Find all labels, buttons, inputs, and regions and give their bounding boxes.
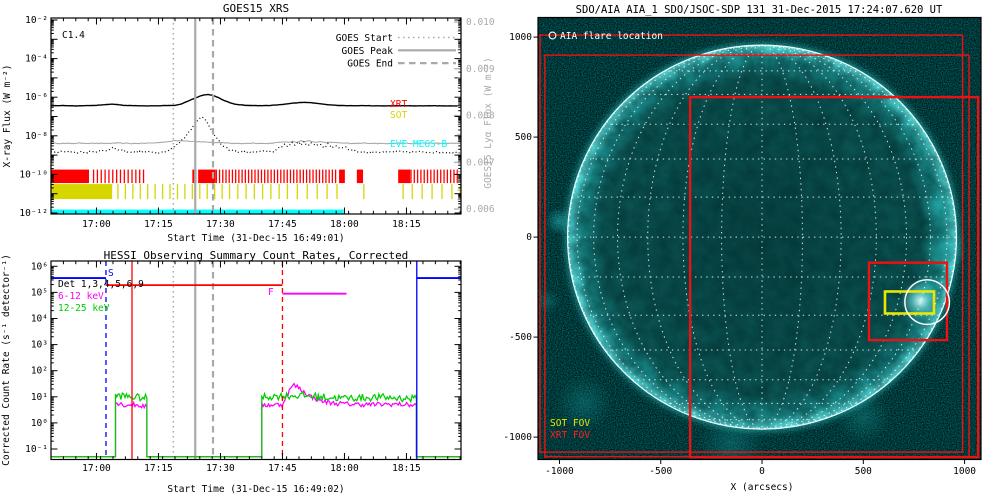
band-sot [51,184,461,200]
x-tick-label: 18:15 [392,463,421,474]
hessi-detector-label: Det 1,3,4,5,6,9 [58,279,144,290]
y-tick-label: 10⁶ [31,261,48,272]
y-tick-label: 10⁰ [31,418,48,429]
aia-sun-image-panel: -1000 -500 0 500 1000 1000 500 0 -500 -1000 SDO/A… [503,4,982,493]
eve-megsb-band-label: EVE MEGS-B [390,139,447,150]
x-tick-label: 18:00 [330,463,359,474]
y-tick-label: 10¹ [31,392,48,403]
x-tick-label: 18:00 [330,219,359,230]
hessi-yaxis-label: Corrected Count Rate (s⁻¹ detector⁻¹) [1,254,12,466]
saa-flag-label: S [108,268,114,279]
y-tick-label: -500 [509,332,532,343]
y-tick-label: 10⁻² [25,15,48,26]
y-tick-label: 1000 [509,32,532,43]
hessi-xaxis-label: Start Time (31-Dec-15 16:49:02) [167,484,344,495]
band-xrt [51,169,458,184]
band-block [356,169,364,184]
hessi-count-rate-chart: 17:00 17:15 17:30 17:45 18:00 18:15 10⁶ 10⁵ 10⁴ 1… [1,250,462,495]
legend-goes-start-label: GOES Start [336,33,393,44]
x-tick-label: 17:45 [268,463,297,474]
aia-title: SDO/AIA AIA_1 SDO/JSOC-SDP 131 31-Dec-20… [576,4,943,16]
band-block [51,209,344,214]
aia-generated-image: -1000 -500 0 500 1000 1000 500 0 -500 -1000 [503,16,982,477]
solar-quicklook-dashboard: 17:00 17:15 17:30 17:45 18:00 18:15 10⁻² 10⁻⁴ 10… [0,0,1000,500]
band-block [51,184,113,200]
xrt-fov-label: XRT FOV [550,430,590,441]
x-tick-label: 500 [855,466,872,477]
goes-yaxis-label: X-ray Flux (W m⁻²) [2,65,13,168]
y-tick-label: 0 [526,232,532,243]
band-block [339,169,345,184]
instrument-observation-bands [51,169,461,214]
y-tick-label: 10² [31,366,48,377]
y-tick-label: 10⁻¹⁰ [19,169,48,180]
goes-title: GOES15 XRS [223,2,289,15]
y-tick-label: 10⁻⁴ [25,54,48,65]
y-tick-label: 10⁻¹ [25,444,48,455]
y-tick-label: -1000 [503,432,532,443]
sot-fov-label: SOT FOV [550,418,590,429]
saa-flag [51,261,461,460]
legend-goes-peak-label: GOES Peak [342,46,394,57]
x-tick-label: 17:15 [144,219,173,230]
x-tick-label: 18:15 [392,219,421,230]
hessi-title: HESSI Observing Summary Count Rates, Cor… [104,250,409,262]
x-tick-label: -1000 [545,466,574,477]
hessi-legend-6-12: 6-12 keV [58,291,104,302]
band-block [51,169,90,184]
sot-band-label: SOT [390,110,407,121]
goes-generated-plot: 17:00 17:15 17:30 17:45 18:00 18:15 10⁻² 10⁻⁴ 10… [19,15,494,230]
hessi-legend-12-25: 12-25 keV [58,303,110,314]
x-tick-label: 1000 [953,466,976,477]
y-tick-label: 10⁻⁸ [25,131,48,142]
x-tick-label: 17:45 [268,219,297,230]
goes-xaxis-label: Start Time (31-Dec-15 16:49:01) [167,233,344,244]
y-tick-label: 10⁻¹² [19,208,48,219]
x-tick-label: 0 [759,466,765,477]
flare-location-legend-label: AIA flare location [560,31,663,42]
y-tick-label: 10⁵ [31,287,48,298]
xrt-band-label: XRT [390,99,407,110]
goes-class-annotation: C1.4 [62,30,85,41]
bright-region [538,288,560,314]
y-tick-label: 10⁴ [31,314,48,325]
series-rate-6-12-kev [51,382,461,458]
right-tick-label: 0.010 [466,17,495,28]
band-eve [51,209,344,214]
plot-frame [50,260,462,461]
x-tick-label: -500 [649,466,672,477]
x-tick-label: 17:30 [206,219,235,230]
bright-region [922,226,967,272]
goes-right-yaxis-label: GOES15 Lyα Flux (W m⁻²) [483,57,494,189]
right-tick-label: 0.006 [466,204,495,215]
x-tick-label: 17:00 [82,219,111,230]
flare-flag-label: F [268,287,274,298]
goes-xrs-chart: 17:00 17:15 17:30 17:45 18:00 18:15 10⁻² 10⁻⁴ 10… [2,2,495,244]
sun-image [538,17,981,460]
x-tick-label: 17:00 [82,463,111,474]
bright-region [913,272,943,302]
band-block [398,169,411,184]
legend-goes-end-label: GOES End [347,59,393,70]
y-tick-label: 10⁻⁶ [25,92,48,103]
x-tick-label: 17:15 [144,463,173,474]
y-tick-label: 500 [515,132,532,143]
y-tick-label: 10³ [31,340,48,351]
x-tick-label: 17:30 [206,463,235,474]
aia-xaxis-label: X (arcsecs) [731,482,794,493]
